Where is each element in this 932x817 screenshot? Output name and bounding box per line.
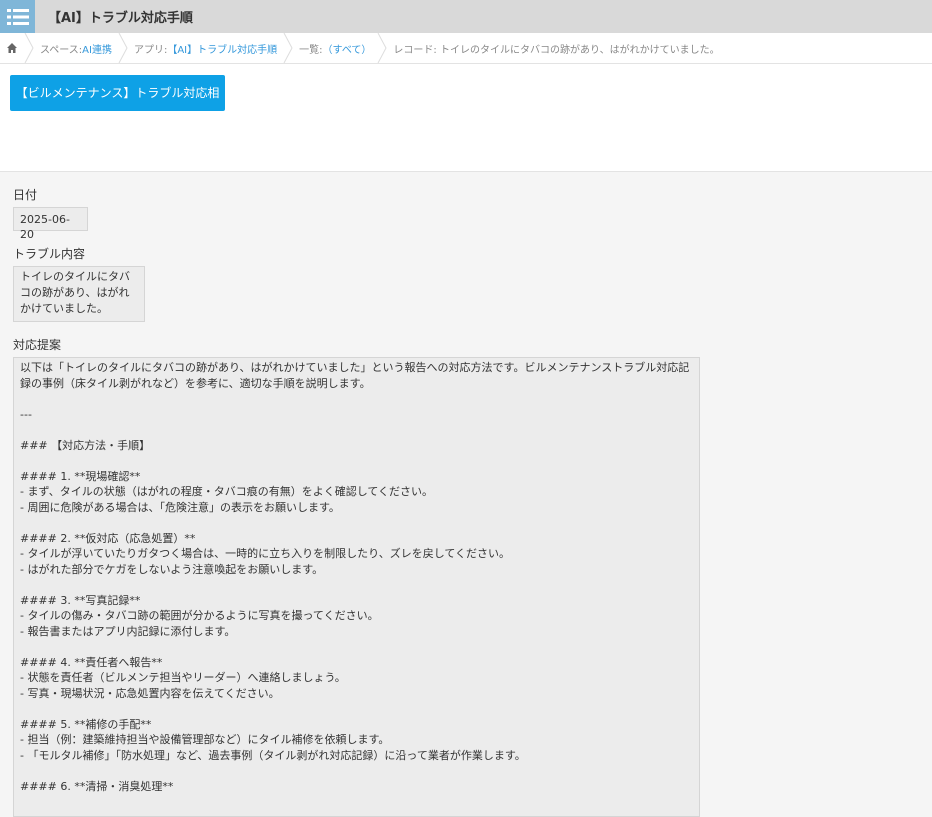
proposal-label: 対応提案 bbox=[13, 338, 62, 352]
chevron-right-icon bbox=[24, 33, 34, 63]
breadcrumb-app-link[interactable]: 【AI】トラブル対応手順 bbox=[167, 41, 277, 56]
chevron-right-icon bbox=[377, 33, 387, 63]
breadcrumb: スペース: AI連携 アプリ: 【AI】トラブル対応手順 一覧: （すべて） レ… bbox=[0, 33, 932, 64]
date-label: 日付 bbox=[13, 188, 38, 202]
action-toolbar: 【ビルメンテナンス】トラブル対応相談 bbox=[0, 64, 932, 172]
list-icon[interactable] bbox=[0, 0, 35, 33]
breadcrumb-space[interactable]: スペース: AI連携 bbox=[34, 33, 118, 63]
breadcrumb-space-link[interactable]: AI連携 bbox=[82, 41, 112, 56]
date-value: 2025-06-20 bbox=[13, 207, 88, 241]
proposal-value: 以下は「トイレのタイルにタバコの跡があり、はがれかけていました」という報告への対… bbox=[13, 357, 700, 817]
chevron-right-icon bbox=[118, 33, 128, 63]
trouble-consult-button[interactable]: 【ビルメンテナンス】トラブル対応相談 bbox=[10, 75, 225, 136]
trouble-label: トラブル内容 bbox=[13, 247, 86, 261]
breadcrumb-record: レコード: トイレのタイルにタバコの跡があり、はがれかけていました。 bbox=[393, 44, 720, 56]
home-icon[interactable] bbox=[0, 42, 24, 54]
breadcrumb-app[interactable]: アプリ: 【AI】トラブル対応手順 bbox=[128, 33, 283, 63]
breadcrumb-list-link[interactable]: （すべて） bbox=[323, 41, 372, 56]
chevron-right-icon bbox=[283, 33, 293, 63]
breadcrumb-list[interactable]: 一覧: （すべて） bbox=[293, 33, 377, 63]
record-detail: 日付 2025-06-20 トラブル内容 トイレのタイルにタバコの跡があり、はが… bbox=[0, 187, 932, 817]
app-title: 【AI】トラブル対応手順 bbox=[48, 11, 193, 26]
app-header: 【AI】トラブル対応手順 bbox=[0, 0, 932, 33]
trouble-value: トイレのタイルにタバコの跡があり、はがれかけていました。 bbox=[13, 266, 145, 322]
